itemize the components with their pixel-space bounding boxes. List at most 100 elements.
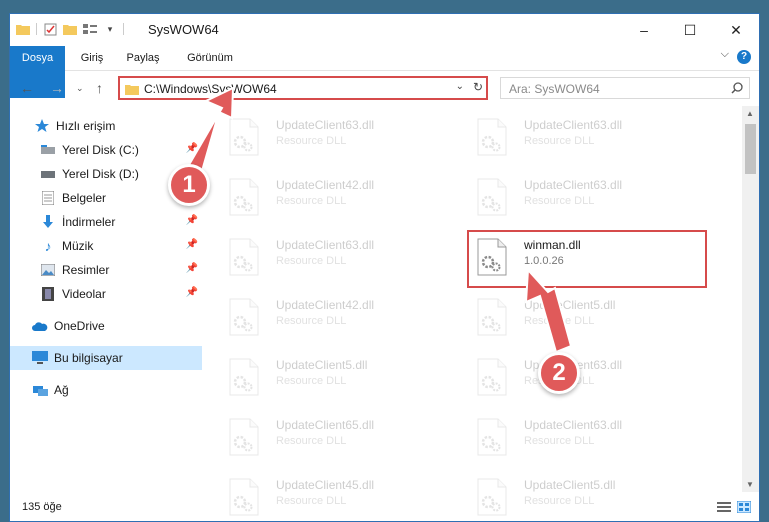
dll-file-icon: [229, 418, 259, 456]
view-options-icon[interactable]: [83, 22, 97, 36]
back-arrow-icon[interactable]: ←: [20, 80, 34, 96]
dll-file-icon: [477, 118, 507, 156]
sidebar-item-disk-c[interactable]: Yerel Disk (C:) 📌: [10, 138, 202, 162]
step-badge-1: 1: [168, 164, 210, 206]
file-item[interactable]: UpdateClient42.dll Resource DLL: [223, 172, 453, 224]
file-item[interactable]: UpdateClient63.dllResource DLL: [223, 112, 453, 164]
up-arrow-icon[interactable]: ↑: [96, 80, 103, 96]
explorer-window: ▾ SysWOW64 – ☐ ✕ Dosya Giriş Paylaş Görü…: [9, 13, 760, 522]
sidebar-item-label: Bu bilgisayar: [54, 351, 123, 365]
file-item[interactable]: UpdateClient63.dllResource DLL: [471, 352, 701, 404]
file-item[interactable]: UpdateClient42.dll Resource DLL: [223, 292, 453, 344]
file-item[interactable]: UpdateClient5.dll Resource DLL: [471, 292, 701, 344]
file-name: UpdateClient5.dll: [524, 298, 616, 312]
window-title: SysWOW64: [148, 22, 219, 37]
sidebar-item-label: Müzik: [62, 239, 94, 253]
tiles-view-icon[interactable]: [736, 500, 752, 518]
sidebar-item-label: Yerel Disk (C:): [62, 143, 139, 157]
help-icon[interactable]: ?: [737, 50, 751, 64]
pin-icon[interactable]: 📌: [186, 215, 198, 226]
scrollbar-thumb[interactable]: [745, 124, 756, 174]
refresh-icon[interactable]: ↻: [473, 80, 483, 94]
address-bar[interactable]: C:\Windows\SysWOW64 ⌄ ↻: [118, 76, 488, 100]
file-name: UpdateClient63.dll: [276, 118, 375, 132]
pin-icon[interactable]: 📌: [186, 263, 198, 274]
details-view-icon[interactable]: [717, 500, 731, 518]
title-bar: ▾ SysWOW64 – ☐ ✕: [10, 14, 759, 46]
chevron-down-icon[interactable]: ⌄: [456, 81, 464, 92]
file-item[interactable]: UpdateClient65.dll Resource DLL: [223, 412, 453, 464]
properties-icon[interactable]: [43, 22, 57, 36]
pin-icon[interactable]: 📌: [186, 143, 198, 154]
navigation-pane: Hızlı erişim Yerel Disk (C:) 📌 Yerel Dis…: [10, 106, 202, 496]
file-list: UpdateClient63.dll Resource DLL UpdateClie…: [223, 106, 740, 516]
dll-file-icon: [229, 238, 259, 276]
sidebar-item-label: Videolar: [62, 287, 106, 301]
folder-icon[interactable]: [16, 22, 30, 36]
file-description: Resource DLL: [524, 195, 595, 207]
pin-icon[interactable]: 📌: [186, 287, 198, 298]
folder-icon: [125, 82, 139, 100]
file-item[interactable]: UpdateClient63.dllResource DLL: [471, 172, 701, 224]
file-description: Resource DLL: [524, 435, 595, 447]
search-icon[interactable]: [731, 81, 743, 99]
chevron-down-icon[interactable]: ⌵: [721, 48, 729, 61]
new-folder-icon[interactable]: [63, 22, 77, 36]
dll-file-icon: [477, 418, 507, 456]
sidebar-item-quick-access[interactable]: Hızlı erişim: [10, 114, 202, 138]
sidebar-item-downloads[interactable]: İndirmeler 📌: [10, 210, 202, 234]
close-button[interactable]: ✕: [713, 14, 759, 46]
address-path[interactable]: C:\Windows\SysWOW64: [144, 82, 277, 96]
sidebar-item-label: İndirmeler: [62, 215, 116, 229]
documents-icon: [40, 190, 56, 206]
dll-file-icon: [477, 358, 507, 396]
customize-toolbar-icon[interactable]: ▾: [103, 22, 117, 36]
dll-file-icon: [477, 178, 507, 216]
minimize-button[interactable]: –: [621, 14, 667, 46]
recent-locations-icon[interactable]: ⌄: [76, 83, 84, 94]
file-name: UpdateClient5.dll: [276, 358, 368, 372]
video-icon: [40, 286, 56, 302]
maximize-button[interactable]: ☐: [667, 14, 713, 46]
file-item[interactable]: UpdateClient63.dllResource DLL: [223, 232, 453, 284]
sidebar-item-this-pc[interactable]: Bu bilgisayar: [10, 346, 202, 370]
download-icon: [40, 214, 56, 230]
pin-icon[interactable]: 📌: [186, 239, 198, 250]
file-item[interactable]: UpdateClient5.dll Resource DLL: [223, 352, 453, 404]
step-badge-2: 2: [538, 352, 580, 394]
tab-home[interactable]: Giriş: [72, 46, 112, 70]
file-description: Resource DLL: [276, 375, 347, 387]
network-icon: [32, 382, 48, 398]
file-description: Resource DLL: [276, 195, 347, 207]
vertical-scrollbar[interactable]: ▲ ▼: [742, 106, 759, 492]
forward-arrow-icon[interactable]: →: [50, 80, 64, 96]
dll-file-icon: [229, 298, 259, 336]
tab-share[interactable]: Paylaş: [118, 46, 168, 70]
file-name: UpdateClient63.dll: [276, 238, 375, 252]
search-box[interactable]: Ara: SysWOW64: [500, 77, 750, 99]
sidebar-item-music[interactable]: ♪ Müzik 📌: [10, 234, 202, 258]
pictures-icon: [40, 262, 56, 278]
separator: [123, 23, 124, 35]
file-name: UpdateClient63.dll: [524, 418, 623, 432]
file-item[interactable]: UpdateClient63.dll Resource DLL: [471, 412, 701, 464]
dll-file-icon: [477, 298, 507, 336]
music-icon: ♪: [44, 238, 52, 254]
item-count: 135 öğe: [22, 501, 62, 513]
sidebar-item-videos[interactable]: Videolar 📌: [10, 282, 202, 306]
search-input[interactable]: Ara: SysWOW64: [509, 82, 600, 96]
status-bar: 135 öğe: [10, 495, 759, 521]
file-description: Resource DLL: [276, 435, 347, 447]
scroll-down-icon[interactable]: ▼: [746, 480, 754, 489]
winman-highlight-box: [467, 230, 707, 288]
dll-file-icon: [229, 178, 259, 216]
file-item[interactable]: UpdateClient63.dllResource DLL: [471, 112, 701, 164]
drive-icon: [40, 142, 56, 158]
sidebar-item-onedrive[interactable]: OneDrive: [10, 314, 202, 338]
scroll-up-icon[interactable]: ▲: [746, 109, 754, 118]
dll-file-icon: [229, 358, 259, 396]
sidebar-item-network[interactable]: Ağ: [10, 378, 202, 402]
sidebar-item-pictures[interactable]: Resimler 📌: [10, 258, 202, 282]
tab-view[interactable]: Görünüm: [178, 46, 242, 70]
separator: [36, 23, 37, 35]
